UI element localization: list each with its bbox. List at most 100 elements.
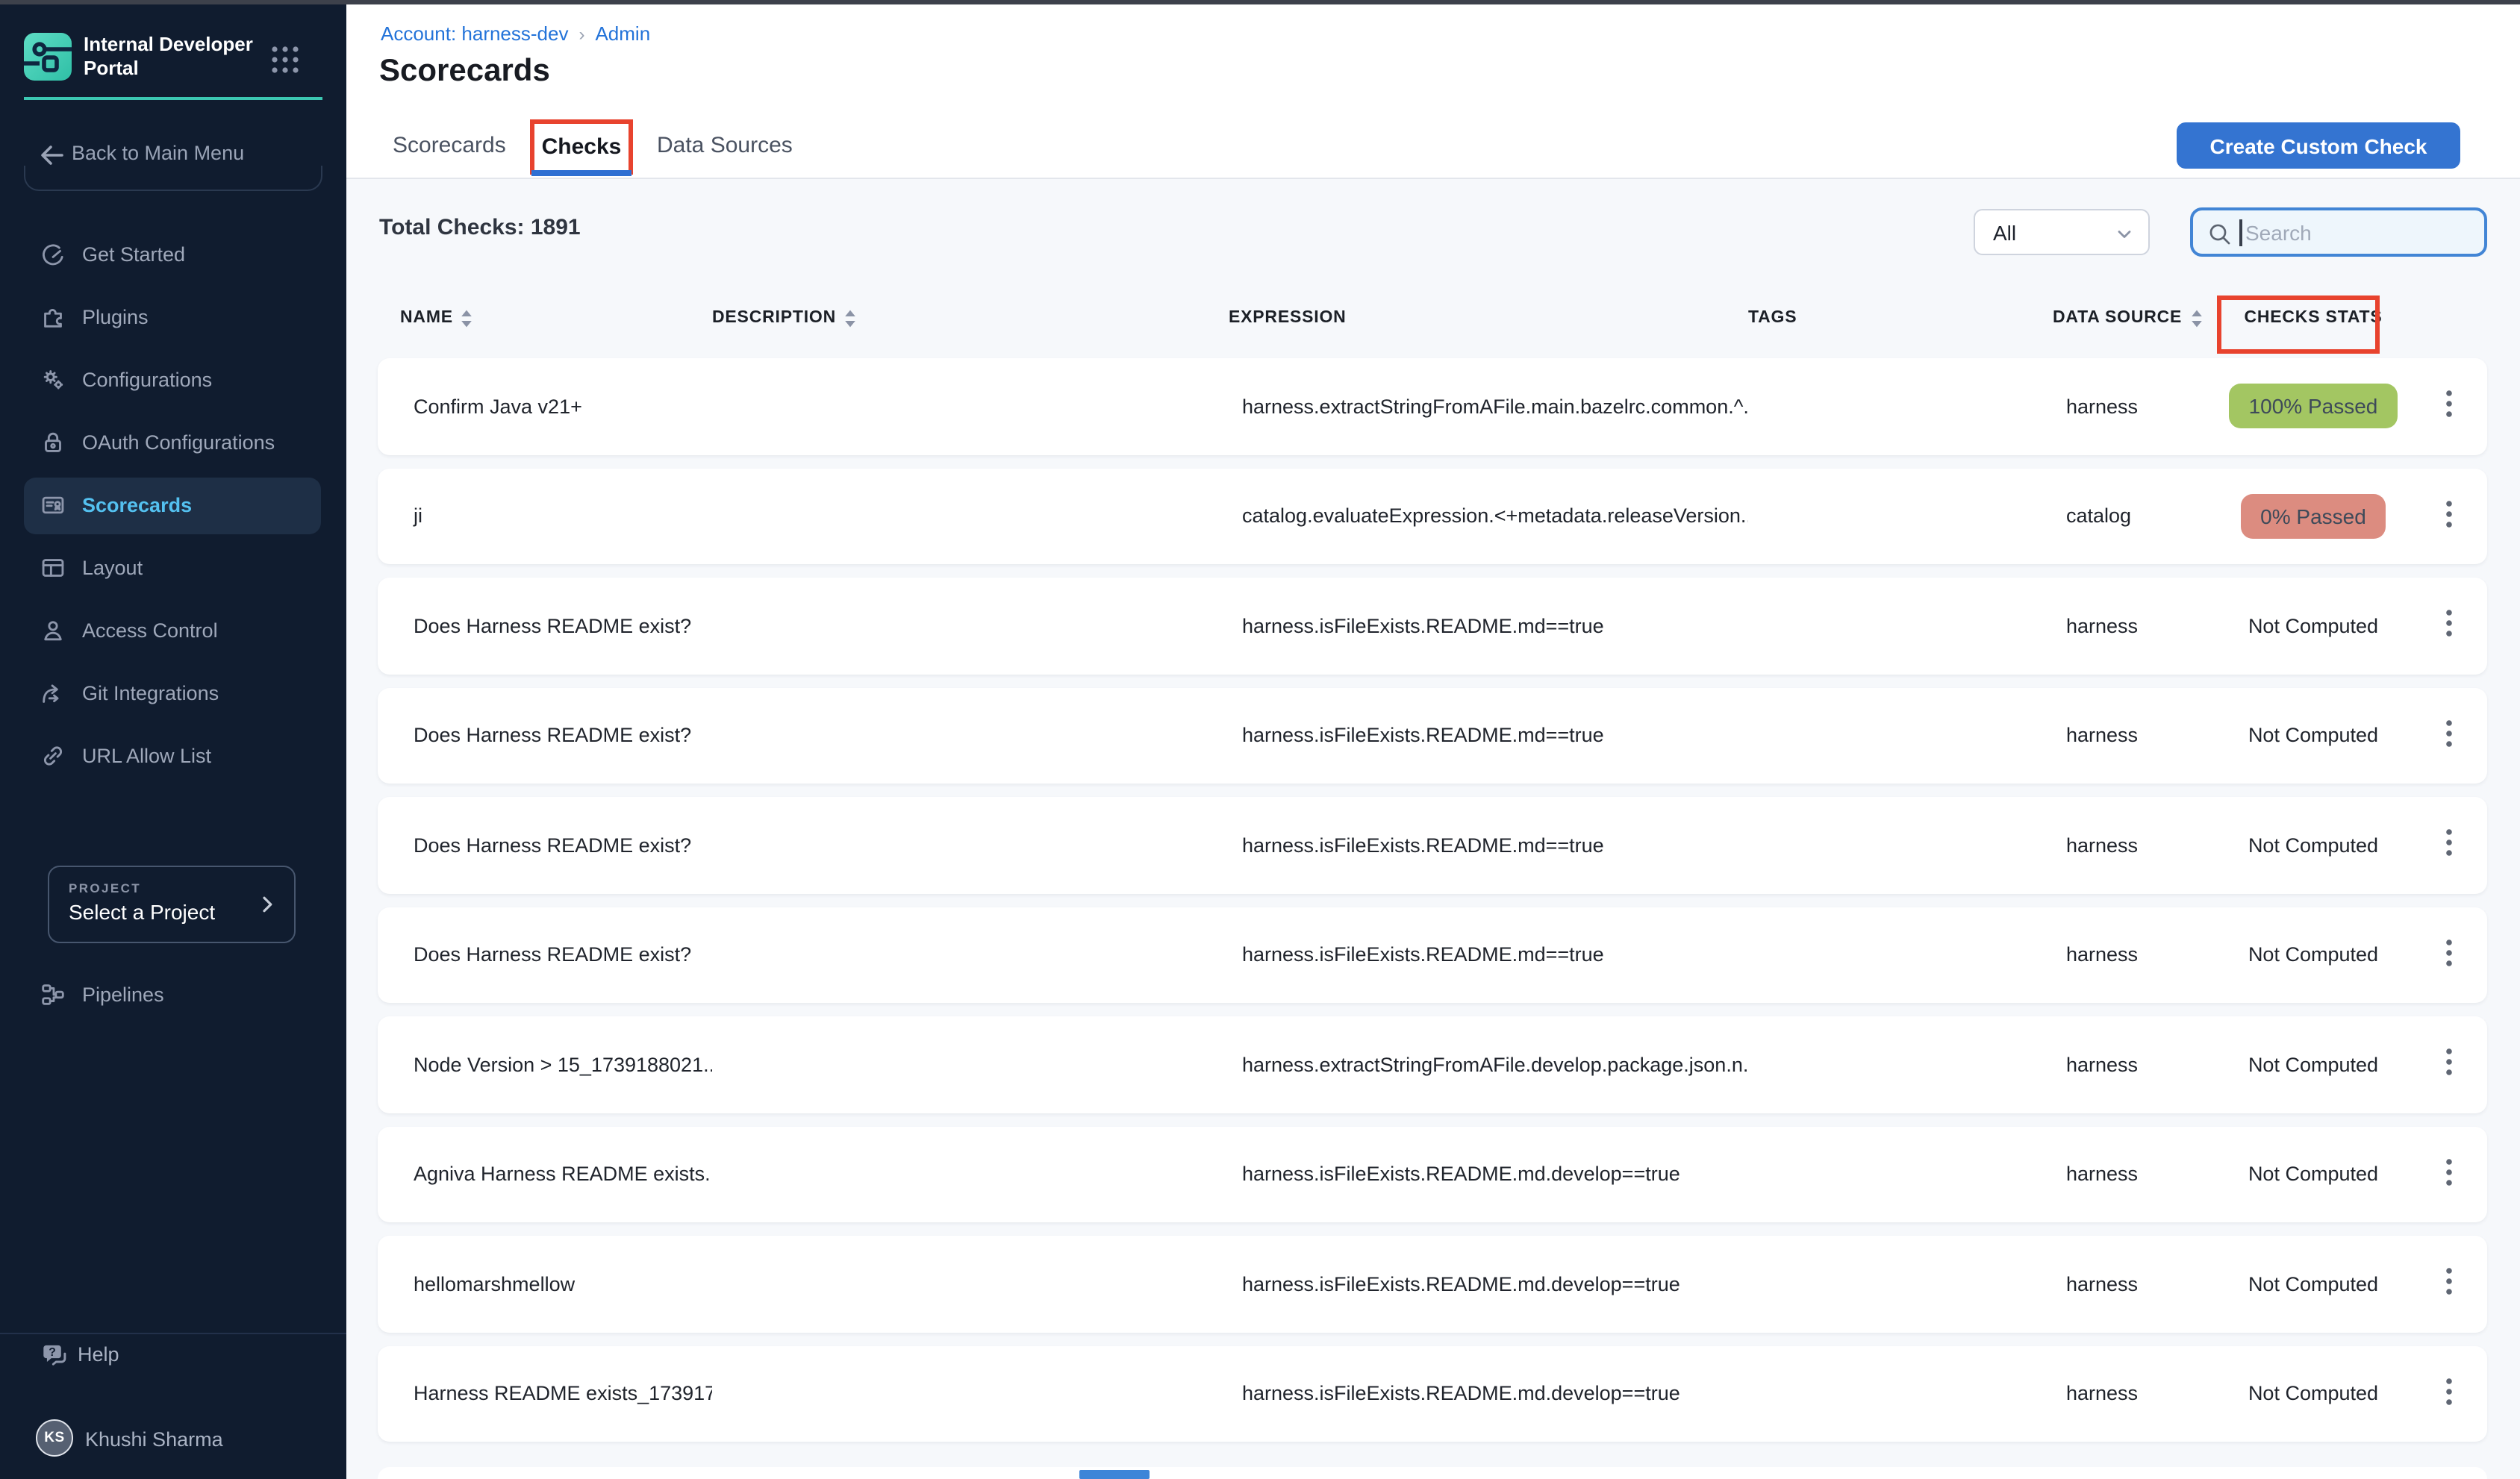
sidebar-item-oauth-configurations[interactable]: OAuth Configurations xyxy=(0,412,346,475)
sidebar-item-label: Git Integrations xyxy=(82,682,219,704)
kebab-menu-icon xyxy=(2445,939,2453,967)
breadcrumb-account-link[interactable]: Account: harness-dev xyxy=(381,22,568,45)
chevron-down-icon xyxy=(2114,224,2135,245)
check-expression: harness.isFileExists.README.md.develop==… xyxy=(1229,1383,1748,1405)
row-menu-cell xyxy=(2404,604,2487,648)
table-row[interactable]: Node Version > 15_1739188021...harness.e… xyxy=(378,1016,2487,1113)
row-menu-cell xyxy=(2404,713,2487,758)
sidebar-item-plugins[interactable]: Plugins xyxy=(0,287,346,349)
column-header-name[interactable]: NAME xyxy=(400,308,712,328)
pipeline-icon xyxy=(39,981,67,1016)
table-row[interactable]: Does Harness README exist?harness.isFile… xyxy=(378,907,2487,1003)
sidebar-bottom-divider xyxy=(0,1333,346,1334)
app-switcher-icon[interactable] xyxy=(269,43,302,84)
sidebar-item-access-control[interactable]: Access Control xyxy=(0,600,346,663)
row-menu-button[interactable] xyxy=(2436,384,2462,429)
check-expression: harness.isFileExists.README.md==true xyxy=(1229,834,1748,857)
row-menu-cell xyxy=(2404,1152,2487,1197)
brand-divider xyxy=(24,97,322,100)
row-menu-button[interactable] xyxy=(2436,823,2462,868)
row-menu-button[interactable] xyxy=(2436,1262,2462,1307)
check-name: Confirm Java v21+ xyxy=(400,395,712,418)
stats-text: Not Computed xyxy=(2248,1054,2378,1076)
checks-stats-cell: 100% Passed xyxy=(2223,384,2404,429)
checks-content: Total Checks: 1891 All Search NAMEDESCRI… xyxy=(346,178,2520,1479)
table-row[interactable]: Agniva Harness README exists...harness.i… xyxy=(378,1126,2487,1222)
check-data-source: harness xyxy=(2053,1273,2223,1295)
person-icon xyxy=(39,616,67,652)
active-tab-underline xyxy=(531,170,631,176)
row-menu-button[interactable] xyxy=(2436,933,2462,978)
column-header-data-source[interactable]: DATA SOURCE xyxy=(2053,308,2223,328)
breadcrumb-admin-link[interactable]: Admin xyxy=(595,22,650,45)
search-icon xyxy=(2206,221,2233,248)
sidebar-item-configurations[interactable]: Configurations xyxy=(0,349,346,412)
user-menu[interactable]: KS Khushi Sharma xyxy=(0,1416,346,1461)
row-menu-button[interactable] xyxy=(2436,604,2462,648)
help-button[interactable]: ? Help xyxy=(0,1337,346,1376)
breadcrumb: Account: harness-dev›Admin xyxy=(381,22,650,45)
check-expression: harness.isFileExists.README.md==true xyxy=(1229,615,1748,637)
lock-icon xyxy=(39,428,67,464)
check-expression: harness.extractStringFromAFile.main.baze… xyxy=(1229,395,1748,418)
table-row[interactable]: jicatalog.evaluateExpression.<+metadata.… xyxy=(378,468,2487,564)
checks-stats-cell: Not Computed xyxy=(2223,615,2404,637)
sidebar-item-label: Configurations xyxy=(82,369,212,391)
sidebar-item-layout[interactable]: Layout xyxy=(0,537,346,600)
row-menu-button[interactable] xyxy=(2436,1042,2462,1087)
sidebar-nav: Get Started Plugins Configurations OAuth Co… xyxy=(0,224,346,788)
user-name: Khushi Sharma xyxy=(85,1428,223,1451)
column-header-description[interactable]: DESCRIPTION xyxy=(712,308,1229,328)
table-row[interactable]: Confirm Java v21+ harness.extractStringFr… xyxy=(378,358,2487,454)
sidebar-item-git-integrations[interactable]: Git Integrations xyxy=(0,663,346,725)
row-menu-button[interactable] xyxy=(2436,494,2462,539)
sidebar-item-label: Scorecards xyxy=(82,494,192,516)
row-menu-cell xyxy=(2404,1262,2487,1307)
create-custom-check-button[interactable]: Create Custom Check xyxy=(2177,122,2460,169)
stats-text: Not Computed xyxy=(2248,615,2378,637)
checks-stats-cell: Not Computed xyxy=(2223,1273,2404,1295)
tab-scorecards[interactable]: Scorecards xyxy=(393,133,506,158)
layout-icon xyxy=(39,554,67,590)
horizontal-scrollbar-thumb[interactable] xyxy=(1079,1470,1150,1479)
row-menu-cell xyxy=(2404,384,2487,429)
sidebar-item-label: Layout xyxy=(82,557,143,579)
app-title: Internal Developer Portal xyxy=(84,33,269,81)
sidebar-item-label: Plugins xyxy=(82,306,149,328)
table-row[interactable]: Does Harness README exist?harness.isFile… xyxy=(378,687,2487,784)
search-input[interactable]: Search xyxy=(2190,207,2487,257)
kebab-menu-icon xyxy=(2445,1048,2453,1077)
tab-data-sources[interactable]: Data Sources xyxy=(657,133,793,158)
table-row[interactable]: Does Harness README exist?harness.isFile… xyxy=(378,578,2487,674)
gears-icon xyxy=(39,366,67,401)
row-menu-cell xyxy=(2404,1372,2487,1416)
scorecard-icon xyxy=(39,491,67,527)
sidebar-item-pipelines[interactable]: Pipelines xyxy=(0,967,346,1024)
project-selector[interactable]: PROJECT Select a Project xyxy=(48,866,296,943)
sidebar-item-label: Access Control xyxy=(82,619,218,642)
check-data-source: harness xyxy=(2053,615,2223,637)
app-window: Internal Developer Portal Back to Main M… xyxy=(0,0,2520,1479)
sidebar-item-scorecards[interactable]: Scorecards xyxy=(0,475,346,537)
row-menu-cell xyxy=(2404,823,2487,868)
table-row[interactable]: hellomarshmellowharness.isFileExists.REA… xyxy=(378,1236,2487,1332)
check-expression: harness.isFileExists.README.md.develop==… xyxy=(1229,1273,1748,1295)
row-menu-button[interactable] xyxy=(2436,1372,2462,1416)
check-data-source: harness xyxy=(2053,395,2223,418)
check-data-source: harness xyxy=(2053,1383,2223,1405)
row-menu-button[interactable] xyxy=(2436,1152,2462,1197)
sidebar-item-label: Get Started xyxy=(82,243,185,266)
table-row[interactable]: Does Harness README exist?harness.isFile… xyxy=(378,797,2487,893)
filter-dropdown[interactable]: All xyxy=(1974,209,2150,255)
text-caret xyxy=(2239,219,2242,246)
row-menu-button[interactable] xyxy=(2436,713,2462,758)
tab-checks[interactable]: Checks xyxy=(530,119,633,175)
help-label: Help xyxy=(78,1343,119,1366)
sidebar-item-url-allow-list[interactable]: URL Allow List xyxy=(0,725,346,788)
table-row[interactable]: Harness README exists_173917...harness.i… xyxy=(378,1345,2487,1442)
check-data-source: harness xyxy=(2053,725,2223,747)
stats-text: Not Computed xyxy=(2248,1163,2378,1186)
sidebar-item-get-started[interactable]: Get Started xyxy=(0,224,346,287)
checks-stats-cell: Not Computed xyxy=(2223,944,2404,966)
stats-text: Not Computed xyxy=(2248,725,2378,747)
